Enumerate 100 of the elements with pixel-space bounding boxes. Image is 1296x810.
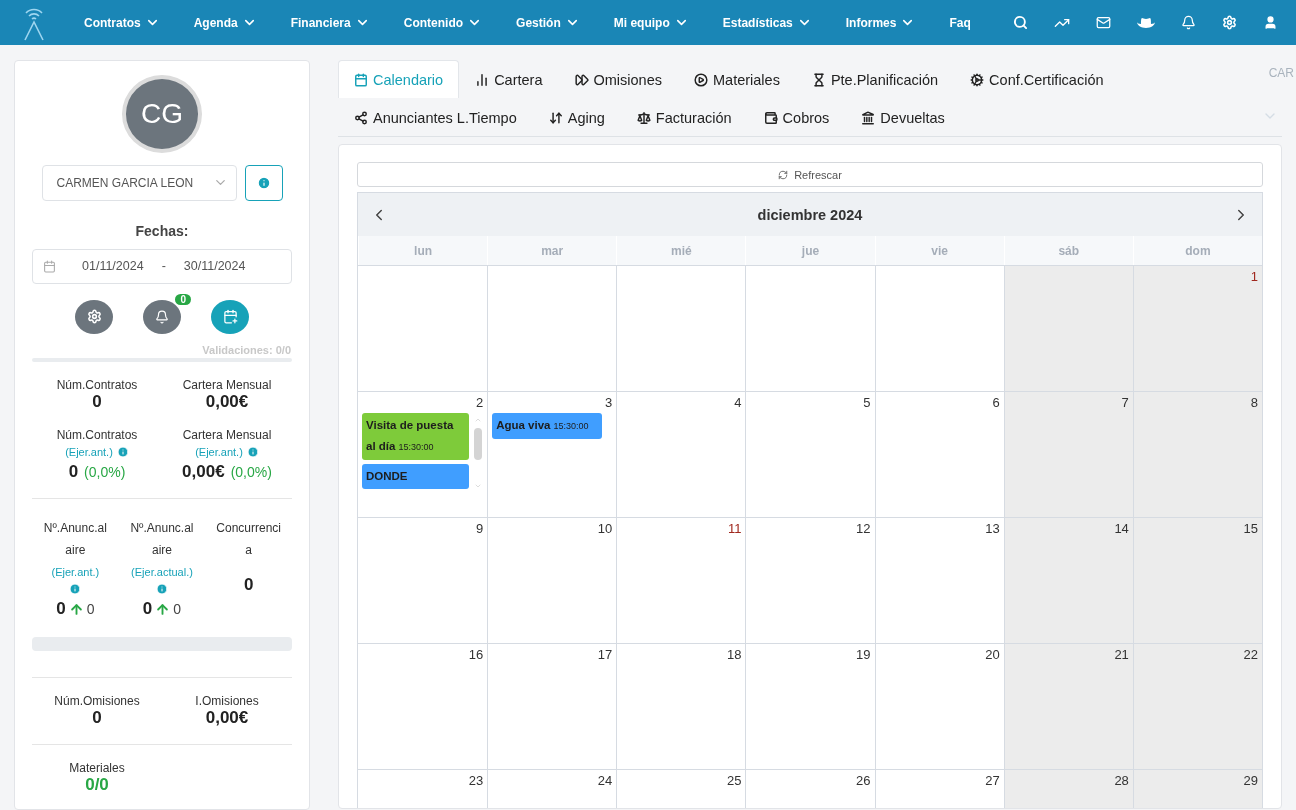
day-number: 21	[1114, 647, 1129, 662]
day-cell[interactable]: 3 Agua viva 15:30:00	[487, 391, 617, 517]
refresh-button[interactable]: Refrescar	[357, 162, 1263, 187]
stat-delta: 0	[173, 601, 182, 618]
day-number: 15	[1243, 521, 1258, 536]
day-cell[interactable]: 8	[1132, 391, 1262, 517]
weekday-label: lun	[358, 236, 488, 265]
tab[interactable]: Facturación	[620, 98, 748, 136]
day-cell[interactable]: 21	[1003, 643, 1133, 769]
tab[interactable]: Aging	[532, 98, 621, 136]
day-cell[interactable]: 14	[1003, 517, 1133, 643]
nav-item[interactable]: Informes	[845, 15, 916, 30]
day-number: 28	[1114, 773, 1129, 788]
info-icon	[69, 583, 82, 596]
settings-icon	[86, 309, 102, 325]
day-number: 19	[856, 647, 871, 662]
date-range-field[interactable]: 01/11/2024 - 30/11/2024	[32, 248, 292, 284]
day-number: 27	[985, 773, 1000, 788]
info-icon	[256, 175, 271, 190]
day-number: 25	[726, 773, 742, 788]
day-cell[interactable]: 28	[1003, 769, 1133, 808]
mail-icon[interactable]	[1095, 15, 1111, 30]
day-cell[interactable]	[874, 265, 1004, 391]
add-event-button[interactable]	[211, 299, 249, 334]
tab[interactable]: Pte.Planificación	[795, 60, 955, 98]
tab[interactable]: Anunciantes L.Tiempo	[338, 98, 533, 136]
day-cell[interactable]: 18	[616, 643, 746, 769]
info-button[interactable]	[244, 164, 283, 201]
nav-item[interactable]: Financiera	[290, 15, 370, 30]
tab[interactable]: Omisiones	[558, 60, 678, 98]
user-icon[interactable]	[1262, 15, 1278, 30]
day-cell[interactable]: 25	[616, 769, 746, 808]
tab[interactable]: Materiales	[678, 60, 796, 98]
stat-label: Nº.Anunc.al aire	[42, 520, 108, 560]
settings-button[interactable]	[75, 299, 113, 334]
stat-percent: (0,0%)	[84, 464, 126, 481]
day-cell[interactable]: 13	[874, 517, 1004, 643]
nav-item[interactable]: Estadísticas	[722, 15, 812, 30]
stat-percent: (0,0%)	[230, 464, 272, 481]
day-cell[interactable]: 11	[616, 517, 746, 643]
weekday-label: mié	[616, 236, 746, 265]
day-cell[interactable]	[616, 265, 746, 391]
refresh-icon	[778, 169, 789, 180]
bell-icon[interactable]	[1180, 15, 1196, 30]
hat-icon[interactable]	[1136, 16, 1155, 29]
nav-item[interactable]: Contenido	[403, 15, 483, 30]
play-icon	[694, 72, 708, 87]
day-cell[interactable]: 4	[616, 391, 746, 517]
day-number: 22	[1243, 647, 1258, 662]
day-cell[interactable]: 10	[487, 517, 617, 643]
day-cell[interactable]: 5	[745, 391, 875, 517]
hourglass-icon	[811, 72, 826, 87]
day-cell[interactable]: 15	[1132, 517, 1262, 643]
calendar-event[interactable]: Visita de puesta al día 15:30:00	[362, 413, 470, 460]
day-cell[interactable]	[745, 265, 875, 391]
day-cell[interactable]: 26	[745, 769, 875, 808]
settings-icon[interactable]	[1221, 15, 1237, 30]
nav-item[interactable]: Mi equipo	[613, 15, 689, 30]
search-icon[interactable]	[1012, 15, 1028, 30]
day-cell[interactable]: 7	[1003, 391, 1133, 517]
day-cell[interactable]: 6	[874, 391, 1004, 517]
day-cell[interactable]: 24	[487, 769, 617, 808]
day-cell[interactable]: 19	[745, 643, 875, 769]
day-cell[interactable]: 22	[1132, 643, 1262, 769]
day-number: 29	[1243, 773, 1258, 788]
share-icon	[354, 110, 368, 125]
day-cell[interactable]: 20	[874, 643, 1004, 769]
calendar-plus-icon	[222, 309, 238, 325]
stat-label: Materiales	[69, 761, 125, 775]
user-select[interactable]: CARMEN GARCIA LEON	[41, 164, 237, 201]
day-number: 11	[727, 521, 742, 536]
day-cell[interactable]	[1003, 265, 1133, 391]
day-cell[interactable]: 1	[1132, 265, 1262, 391]
calendar-title: diciembre 2024	[757, 206, 863, 223]
fast-forward-icon	[574, 72, 589, 87]
calendar-event[interactable]: DONDE	[362, 464, 470, 489]
day-cell[interactable]: 12	[745, 517, 875, 643]
stat-value: 0	[142, 599, 153, 620]
calendar-icon	[354, 72, 368, 87]
weekday-label: jue	[745, 236, 875, 265]
day-cell[interactable]: 17	[487, 643, 617, 769]
nav-item[interactable]: Faq	[949, 15, 971, 30]
day-cell[interactable]: 29	[1132, 769, 1262, 808]
tab[interactable]: Cartera	[459, 60, 559, 98]
day-cell[interactable]: 27	[874, 769, 1004, 808]
notifications-button[interactable]	[143, 299, 181, 334]
scale-icon	[636, 110, 651, 125]
calendar-event[interactable]: Agua viva 15:30:00	[492, 413, 603, 439]
bar-chart-icon	[475, 72, 490, 87]
tab[interactable]: Cobros	[747, 98, 846, 136]
nav-item[interactable]: Gestión	[516, 15, 580, 30]
tab[interactable]: Conf.Certificación	[954, 60, 1120, 98]
nav-item[interactable]: Agenda	[193, 15, 257, 30]
nav-item[interactable]: Contratos	[84, 15, 160, 30]
day-number: 18	[726, 647, 742, 662]
day-number: 16	[468, 647, 484, 662]
day-number: 6	[992, 395, 1000, 410]
tab[interactable]: Devueltas	[845, 98, 961, 136]
day-cell[interactable]	[487, 265, 617, 391]
dates-label: Fechas:	[135, 222, 189, 239]
